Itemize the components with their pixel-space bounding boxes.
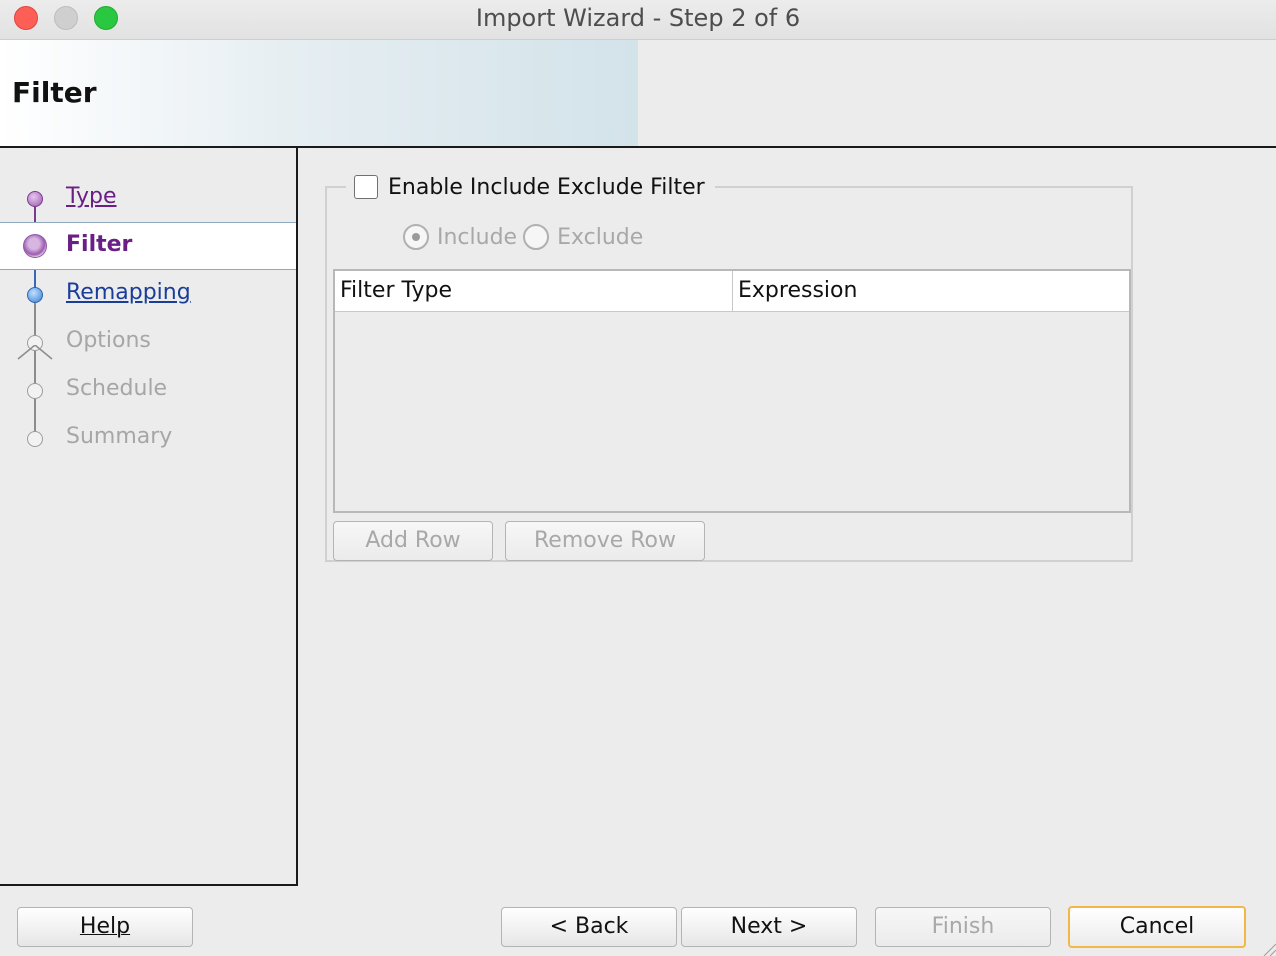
enable-filter-checkbox[interactable] [354, 175, 378, 199]
exclude-label[interactable]: Exclude [557, 225, 643, 250]
visited-step-icon [27, 191, 43, 207]
nav-item-options: Options [0, 319, 296, 365]
enable-filter-label[interactable]: Enable Include Exclude Filter [388, 175, 705, 200]
window-title: Import Wizard - Step 2 of 6 [475, 4, 801, 32]
help-button-label: Help [79, 914, 131, 939]
filter-table[interactable]: Filter Type Expression [333, 269, 1131, 513]
enable-filter-option[interactable]: Enable Include Exclude Filter [346, 172, 715, 202]
nav-item-filter[interactable]: Filter [0, 222, 296, 270]
current-step-icon [23, 234, 47, 258]
nav-item-label[interactable]: Remapping [66, 280, 191, 305]
page-title: Filter [12, 76, 97, 109]
finish-button[interactable]: Finish [875, 907, 1051, 947]
column-header-filter-type[interactable]: Filter Type [335, 271, 733, 311]
add-row-button[interactable]: Add Row [333, 521, 493, 561]
wizard-steps-nav: Type Filter Remapping Options Schedule S… [0, 148, 298, 886]
nav-item-label: Filter [66, 232, 133, 257]
next-step-icon [27, 287, 43, 303]
back-button[interactable]: < Back [501, 907, 677, 947]
nav-item-label: Schedule [66, 376, 168, 401]
include-label[interactable]: Include [437, 225, 517, 250]
nav-item-remapping[interactable]: Remapping [0, 271, 296, 317]
nav-item-label[interactable]: Type [66, 184, 117, 209]
nav-item-label: Summary [66, 424, 173, 449]
title-bar: Import Wizard - Step 2 of 6 [0, 0, 1276, 40]
cancel-button[interactable]: Cancel [1068, 906, 1246, 948]
help-button[interactable]: Help [17, 907, 193, 947]
nav-item-type[interactable]: Type [0, 175, 296, 221]
column-header-expression[interactable]: Expression [733, 271, 1129, 311]
nav-item-summary: Summary [0, 415, 296, 461]
pending-step-icon [27, 383, 43, 399]
branch-icon [17, 345, 53, 360]
table-header: Filter Type Expression [335, 271, 1129, 312]
next-button[interactable]: Next > [681, 907, 857, 947]
nav-item-label: Options [66, 328, 151, 353]
resize-grip-icon[interactable] [1260, 940, 1276, 956]
include-radio[interactable] [403, 224, 429, 250]
exclude-radio[interactable] [523, 224, 550, 250]
filter-mode-radio-group: Include Exclude [403, 224, 649, 250]
header-banner: Filter [0, 40, 1276, 148]
remove-row-button[interactable]: Remove Row [505, 521, 705, 561]
nav-item-schedule: Schedule [0, 367, 296, 413]
pending-step-icon [27, 431, 43, 447]
